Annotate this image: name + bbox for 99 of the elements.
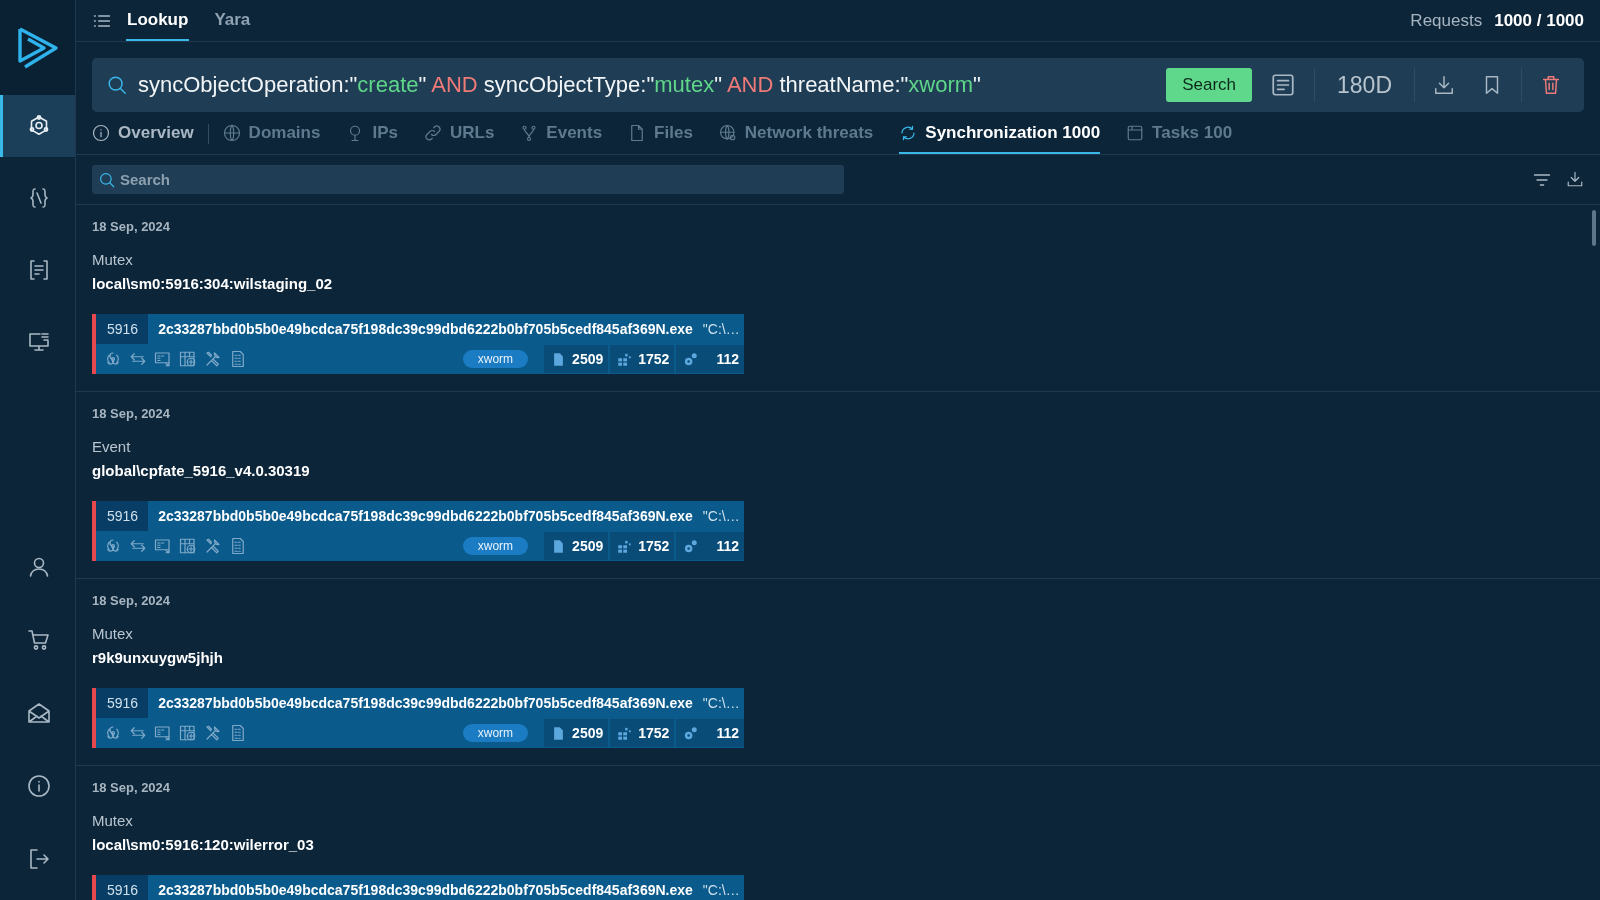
fork-icon — [520, 124, 539, 142]
download-icon[interactable] — [1566, 169, 1584, 188]
object-type: Mutex — [92, 625, 134, 642]
process-id: 5916 — [96, 314, 149, 344]
object-type: Event — [92, 438, 132, 455]
play-logo-icon — [16, 25, 59, 70]
braces-icon — [27, 186, 51, 210]
process-id: 5916 — [96, 875, 149, 900]
search-icon — [98, 171, 116, 189]
exe-file-icon — [154, 537, 172, 555]
swap-arrows-icon — [129, 537, 147, 555]
info-icon — [27, 773, 51, 798]
exe-file-icon — [154, 350, 172, 368]
object-name: global\cpfate_5916_v4.0.30319 — [92, 462, 311, 479]
entry-date: 18 Sep, 2024 — [92, 780, 172, 795]
entry-date: 18 Sep, 2024 — [92, 219, 172, 234]
file-name: 2c33287bbd0b5b0e49bcdca75f198dc39c99dbd6222b0bf705b5cedf845af369N.exe — [157, 695, 693, 711]
threat-tag[interactable]: xworm — [462, 350, 529, 368]
swap-arrows-icon — [129, 724, 147, 742]
object-name: local\sm0:5916:304:wilstaging_02 — [92, 275, 334, 292]
command-line: "C:\… — [701, 882, 740, 898]
requests-label: Requests — [1410, 10, 1483, 31]
result-tab[interactable]: Events — [520, 114, 603, 154]
entry-date: 18 Sep, 2024 — [92, 406, 172, 421]
exe-file-icon — [154, 724, 172, 742]
period-selector[interactable]: 180D — [1325, 71, 1404, 99]
nav-tab[interactable]: Yara — [213, 0, 252, 41]
object-name: local\sm0:5916:120:wilerror_03 — [92, 836, 315, 853]
result-tab[interactable]: IPs — [346, 114, 398, 154]
tools-icon — [204, 724, 222, 742]
stat-count: 112 — [676, 719, 744, 747]
cart-icon — [27, 627, 51, 652]
download-icon[interactable] — [1433, 74, 1455, 96]
result-tab[interactable]: Domains — [222, 114, 321, 154]
object-type: Mutex — [92, 251, 134, 268]
result-tab[interactable]: Synchronization 1000 — [899, 114, 1101, 154]
open-envelope-icon — [27, 700, 51, 725]
stat-count: 1752 — [610, 532, 675, 560]
hexagon-nodes-icon — [27, 114, 51, 138]
tools-icon — [204, 350, 222, 368]
command-line: "C:\… — [701, 508, 740, 524]
query-field[interactable]: syncObjectOperation:"create" AND syncObjectType:"mutex" AND threatName:"xworm" — [106, 72, 1157, 98]
search-button[interactable]: Search — [1166, 68, 1252, 102]
file-name: 2c33287bbd0b5b0e49bcdca75f198dc39c99dbd6222b0bf705b5cedf845af369N.exe — [157, 321, 693, 337]
object-name: r9k9unxuygw5jhjh — [92, 649, 224, 666]
stat-count: 112 — [676, 532, 744, 560]
tools-icon — [204, 537, 222, 555]
file-name: 2c33287bbd0b5b0e49bcdca75f198dc39c99dbd6222b0bf705b5cedf845af369N.exe — [157, 508, 693, 524]
globe-icon — [222, 124, 241, 142]
search-field[interactable]: Search — [92, 165, 844, 194]
monitor-icon — [27, 330, 51, 354]
network-plus-icon — [179, 537, 197, 555]
process-card[interactable]: 5916 2c33287bbd0b5b0e49bcdca75f198dc39c99dbd6222b0bf705b5cedf845af369N.exe "C:\… — [92, 875, 744, 900]
notes-icon[interactable] — [1270, 72, 1296, 98]
binary-document-icon — [229, 537, 247, 555]
stat-count: 1752 — [610, 719, 675, 747]
search-icon — [106, 74, 128, 96]
process-id: 5916 — [96, 688, 149, 718]
trash-icon[interactable] — [1540, 74, 1562, 96]
link-icon — [423, 124, 442, 142]
sync-icon — [899, 124, 918, 142]
info-icon — [92, 124, 110, 142]
result-tab[interactable]: URLs — [423, 114, 495, 154]
sidebar-item[interactable] — [0, 95, 75, 157]
entry-date: 18 Sep, 2024 — [92, 593, 172, 608]
result-tab[interactable]: Network threats — [718, 114, 874, 154]
swap-arrows-icon — [129, 350, 147, 368]
blocks-icon — [617, 351, 633, 367]
stat-count: 2509 — [544, 532, 609, 560]
stat-count: 2509 — [544, 345, 609, 373]
blocks-icon — [617, 538, 633, 554]
stat-count: 1752 — [610, 345, 675, 373]
stat-count: 2509 — [544, 719, 609, 747]
calendar-icon — [1126, 124, 1145, 142]
binary-document-icon — [229, 724, 247, 742]
scrollbar-thumb[interactable] — [1592, 210, 1596, 246]
threat-tag[interactable]: xworm — [462, 724, 529, 742]
bracket-document-icon — [27, 258, 51, 282]
command-line: "C:\… — [701, 695, 740, 711]
process-card[interactable]: 5916 2c33287bbd0b5b0e49bcdca75f198dc39c99dbd6222b0bf705b5cedf845af369N.exe "C:\… xworm 2509 1752 112 — [92, 314, 744, 374]
process-id: 5916 — [96, 501, 149, 531]
file-name: 2c33287bbd0b5b0e49bcdca75f198dc39c99dbd6222b0bf705b5cedf845af369N.exe — [157, 882, 693, 898]
network-plus-icon — [179, 724, 197, 742]
stat-count: 112 — [676, 345, 744, 373]
network-plus-icon — [179, 350, 197, 368]
result-tab[interactable]: Overview — [92, 114, 208, 154]
globe-shield-icon — [718, 124, 737, 142]
command-line: "C:\… — [701, 321, 740, 337]
result-tab[interactable]: Tasks 100 — [1126, 114, 1233, 154]
requests-count: 1000 / 1000 — [1494, 10, 1584, 31]
process-card[interactable]: 5916 2c33287bbd0b5b0e49bcdca75f198dc39c99dbd6222b0bf705b5cedf845af369N.exe "C:\… xworm 2509 1752 112 — [92, 501, 744, 561]
result-tab[interactable]: Files — [628, 114, 693, 154]
nav-tab[interactable]: Lookup — [126, 0, 190, 41]
object-type: Mutex — [92, 812, 134, 829]
blocks-icon — [617, 725, 633, 741]
threat-tag[interactable]: xworm — [462, 537, 529, 555]
process-card[interactable]: 5916 2c33287bbd0b5b0e49bcdca75f198dc39c99dbd6222b0bf705b5cedf845af369N.exe "C:\… xworm 2509 1752 112 — [92, 688, 744, 748]
logout-icon — [27, 846, 51, 871]
binary-document-icon — [229, 350, 247, 368]
